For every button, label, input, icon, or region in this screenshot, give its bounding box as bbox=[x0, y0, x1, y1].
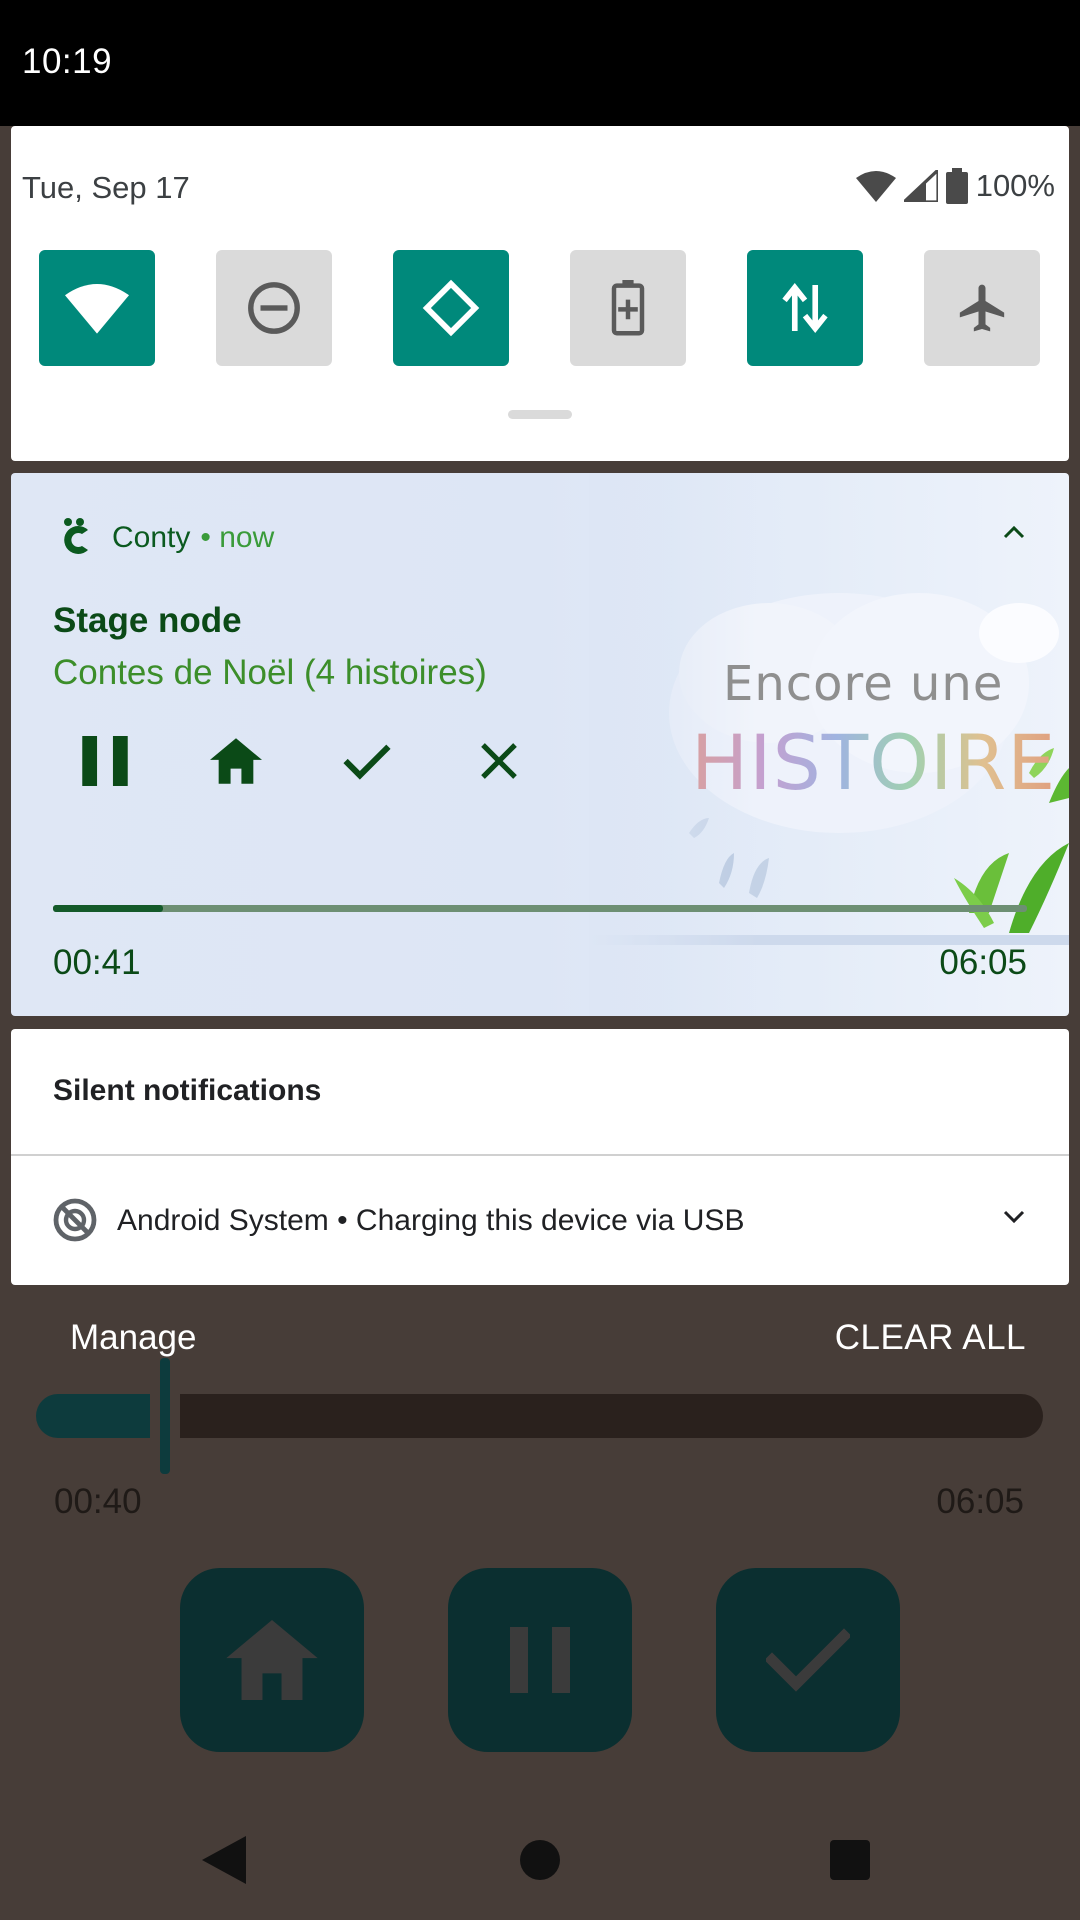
qs-drag-handle[interactable] bbox=[508, 410, 572, 419]
tile-do-not-disturb[interactable] bbox=[216, 250, 332, 366]
android-system-notification[interactable]: Android System • Charging this device vi… bbox=[11, 1156, 1069, 1285]
silent-section-title: Silent notifications bbox=[53, 1074, 322, 1107]
status-clock: 10:19 bbox=[22, 42, 113, 81]
check-icon bbox=[766, 1628, 850, 1692]
home-icon bbox=[210, 738, 262, 784]
media-subtitle: Contes de Noël (4 histoires) bbox=[53, 653, 487, 692]
conty-app-icon bbox=[64, 518, 88, 554]
status-bar: 10:19 bbox=[0, 0, 1080, 126]
check-icon bbox=[343, 744, 391, 780]
artwork-caption-line2: HISTOIRE bbox=[691, 718, 1057, 807]
bg-duration-time: 06:05 bbox=[936, 1482, 1024, 1521]
pause-icon bbox=[82, 736, 128, 786]
media-home-button[interactable] bbox=[201, 726, 271, 796]
pause-icon bbox=[510, 1627, 570, 1693]
qs-status-icons: 100% bbox=[855, 166, 1055, 206]
usb-charging-icon bbox=[53, 1198, 97, 1242]
bg-seek-thumb bbox=[160, 1358, 170, 1474]
battery-icon bbox=[945, 168, 968, 204]
bg-seek-remaining bbox=[180, 1394, 1043, 1438]
battery-saver-icon bbox=[611, 280, 645, 336]
media-close-button[interactable] bbox=[464, 726, 534, 796]
tile-wifi[interactable] bbox=[39, 250, 155, 366]
android-system-notification-text: Android System • Charging this device vi… bbox=[117, 1204, 745, 1237]
close-icon bbox=[481, 743, 517, 779]
recents-icon bbox=[830, 1840, 870, 1880]
media-seekbar-progress bbox=[53, 905, 164, 912]
bg-seek-played bbox=[36, 1394, 150, 1438]
tile-airplane-mode[interactable] bbox=[924, 250, 1040, 366]
auto-rotate-icon bbox=[422, 279, 480, 337]
media-app-name: Conty bbox=[112, 521, 191, 554]
wifi-icon bbox=[65, 284, 129, 334]
mobile-data-icon bbox=[782, 283, 828, 333]
silent-notifications-header: Silent notifications bbox=[11, 1029, 1069, 1154]
bg-check-button bbox=[716, 1568, 900, 1752]
tile-mobile-data[interactable] bbox=[747, 250, 863, 366]
tile-auto-rotate[interactable] bbox=[393, 250, 509, 366]
expand-button[interactable] bbox=[1003, 1210, 1025, 1229]
nav-home-button[interactable] bbox=[508, 1828, 572, 1892]
do-not-disturb-icon bbox=[248, 282, 300, 334]
airplane-mode-icon bbox=[959, 284, 1005, 332]
bg-elapsed-time: 00:40 bbox=[54, 1482, 142, 1521]
cell-signal-icon bbox=[903, 170, 938, 202]
media-check-button[interactable] bbox=[332, 726, 402, 796]
bg-pause-button bbox=[448, 1568, 632, 1752]
artwork-caption-line1: Encore une bbox=[723, 656, 1004, 712]
clear-all-button[interactable]: CLEAR ALL bbox=[835, 1318, 1026, 1358]
back-icon bbox=[202, 1836, 246, 1884]
media-time-label: • now bbox=[200, 521, 275, 554]
media-elapsed-time: 00:41 bbox=[53, 943, 141, 982]
home-circle-icon bbox=[520, 1840, 560, 1880]
bg-home-button bbox=[180, 1568, 364, 1752]
media-title: Stage node bbox=[53, 601, 242, 640]
manage-button[interactable]: Manage bbox=[70, 1318, 196, 1358]
tile-battery-saver[interactable] bbox=[570, 250, 686, 366]
media-header: Conty • now bbox=[56, 513, 274, 563]
navigation-bar bbox=[0, 1800, 1080, 1920]
media-notification[interactable]: Encore une HISTOIRE Conty • now Stage no… bbox=[11, 473, 1069, 1016]
nav-back-button[interactable] bbox=[192, 1828, 256, 1892]
battery-percent: 100% bbox=[975, 168, 1055, 203]
nav-recents-button[interactable] bbox=[818, 1828, 882, 1892]
media-pause-button[interactable] bbox=[70, 726, 140, 796]
home-icon bbox=[226, 1620, 318, 1700]
wifi-status-icon bbox=[855, 171, 896, 202]
quick-settings-panel: Tue, Sep 17 100% bbox=[11, 126, 1069, 461]
collapse-button[interactable] bbox=[1003, 525, 1025, 544]
chevron-down-icon bbox=[1003, 1210, 1025, 1224]
qs-date: Tue, Sep 17 bbox=[22, 170, 190, 205]
media-duration-time: 06:05 bbox=[939, 943, 1027, 982]
chevron-up-icon bbox=[1003, 525, 1025, 539]
media-seekbar[interactable] bbox=[53, 905, 1027, 912]
